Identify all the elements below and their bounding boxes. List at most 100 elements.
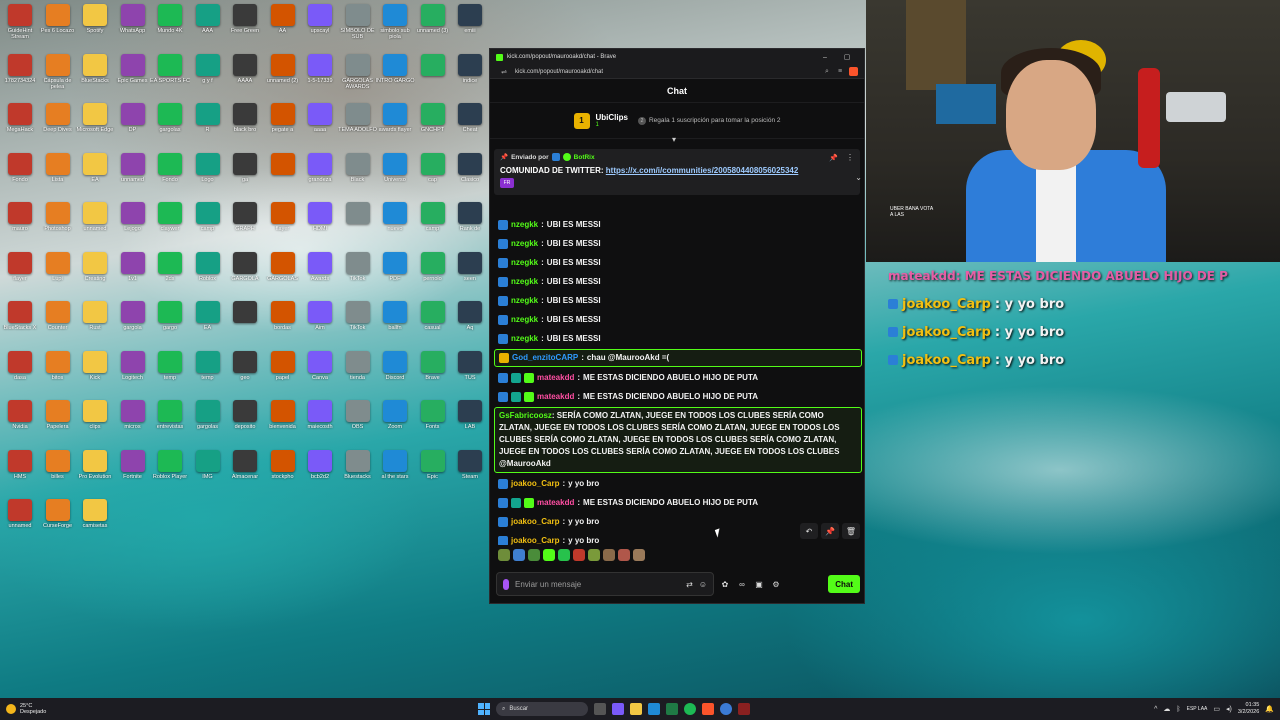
brave-shield-icon[interactable]: [849, 67, 858, 76]
notifications-icon[interactable]: 🔔: [1265, 705, 1274, 713]
brave-icon[interactable]: [702, 703, 714, 715]
address-url[interactable]: kick.com/popout/maurooakd/chat: [515, 69, 819, 75]
desktop-shortcut[interactable]: [265, 152, 301, 201]
desktop-shortcut[interactable]: Fonts: [415, 400, 451, 448]
desktop-shortcut[interactable]: Lista: [40, 152, 76, 201]
desktop-shortcut[interactable]: CurseForge: [40, 499, 76, 547]
desktop-shortcut[interactable]: GNCHPT: [415, 103, 451, 151]
chat-message[interactable]: nzegkk: UBI ES MESSI: [490, 234, 866, 253]
emote-icon[interactable]: [633, 549, 645, 561]
desktop-shortcut[interactable]: ballfn: [377, 301, 413, 349]
chat-message[interactable]: joakoo_Carp: y yo bro: [490, 474, 866, 493]
desktop-shortcut[interactable]: bcb2d2: [302, 449, 338, 498]
desktop-shortcut[interactable]: Rank de: [452, 202, 488, 250]
desktop-shortcut[interactable]: Microsoft Edge: [77, 103, 113, 151]
desktop-shortcut[interactable]: GARGOLAS AWARDS: [340, 53, 376, 102]
desktop-shortcut[interactable]: Zoom: [377, 400, 413, 448]
desktop-shortcut[interactable]: TEMA ADOLFO: [338, 103, 377, 151]
desktop-shortcut[interactable]: unnamed: [77, 202, 113, 250]
desktop-shortcut[interactable]: GARGOLAS: [265, 251, 301, 300]
desktop-shortcut[interactable]: gargolas: [190, 400, 226, 448]
desktop-shortcut[interactable]: INTRO GARGO: [375, 53, 415, 102]
desktop-shortcut[interactable]: Roblox Player: [152, 449, 188, 498]
desktop-shortcut[interactable]: camp: [415, 202, 451, 250]
desktop-shortcut[interactable]: Spotify: [77, 4, 113, 52]
desktop-shortcut[interactable]: BlueStacks: [77, 53, 113, 102]
emote-icon[interactable]: [618, 549, 630, 561]
obs-icon[interactable]: [738, 703, 750, 715]
chat-username[interactable]: mateakdd: [537, 372, 574, 384]
top-gifter[interactable]: UbiClips 1: [596, 113, 628, 128]
chat-username[interactable]: nzegkk: [511, 276, 538, 288]
desktop-shortcut[interactable]: unnamed: [115, 152, 151, 201]
desktop-shortcut[interactable]: Awards: [302, 251, 338, 300]
desktop-shortcut[interactable]: clips: [77, 400, 113, 448]
desktop-shortcut[interactable]: Aq: [452, 301, 488, 349]
desktop-shortcut[interactable]: HMS: [2, 449, 38, 498]
desktop-shortcut[interactable]: grandeza: [302, 152, 338, 201]
emote-icon[interactable]: [543, 549, 555, 561]
desktop-shortcut[interactable]: Epic: [415, 449, 451, 498]
desktop-shortcut[interactable]: Cheat: [452, 103, 488, 151]
desktop-shortcut[interactable]: gargola: [115, 301, 151, 349]
chat-username[interactable]: nzegkk: [511, 238, 538, 250]
desktop-shortcut[interactable]: emiii: [452, 4, 488, 52]
desktop-shortcut[interactable]: Epic Games: [115, 53, 151, 102]
desktop-shortcut[interactable]: Almacenar: [227, 449, 263, 498]
task-view-icon[interactable]: [594, 703, 606, 715]
chevron-up-icon[interactable]: ^: [1154, 706, 1157, 713]
onedrive-icon[interactable]: ☁: [1163, 705, 1170, 713]
desktop-shortcut[interactable]: Deep Dives: [40, 103, 76, 151]
chat-message-highlighted[interactable]: God_enzitoCARP: chau @MaurooAkd =(: [494, 349, 862, 367]
desktop-shortcut[interactable]: Canva: [302, 350, 338, 399]
desktop-shortcut[interactable]: Lejogo: [115, 202, 151, 250]
pin-message-icon[interactable]: 📌: [821, 523, 839, 539]
desktop-shortcut[interactable]: GARGOLA: [227, 251, 263, 300]
microphone-icon[interactable]: [503, 578, 509, 590]
minimize-button[interactable]: –: [814, 54, 836, 61]
desktop-shortcut[interactable]: gargolas: [152, 103, 188, 151]
desktop-shortcut[interactable]: temp: [152, 350, 188, 399]
excel-icon[interactable]: [666, 703, 678, 715]
emote-icon[interactable]: [603, 549, 615, 561]
desktop-shortcut[interactable]: EA SPORTS FC: [150, 53, 190, 102]
collapse-chevron-icon[interactable]: ▾: [672, 135, 676, 144]
desktop-shortcut[interactable]: bienvenida: [265, 400, 301, 448]
pinned-link[interactable]: https://x.com/i/communities/200580440805…: [606, 166, 799, 175]
desktop-shortcut[interactable]: g y f: [190, 53, 226, 102]
desktop-shortcut[interactable]: Free Green: [227, 4, 263, 52]
chat-username[interactable]: joakoo_Carp: [511, 535, 559, 546]
chat-message[interactable]: nzegkk: UBI ES MESSI: [490, 310, 866, 329]
desktop-shortcut[interactable]: dasa: [2, 350, 38, 399]
desktop-shortcut[interactable]: TikTok: [340, 301, 376, 349]
desktop-shortcut[interactable]: Fortnite: [115, 449, 151, 498]
desktop-shortcut[interactable]: Rust: [77, 301, 113, 349]
desktop-shortcut[interactable]: 1782734324: [2, 53, 38, 102]
desktop-shortcut[interactable]: IMG: [190, 449, 226, 498]
taskbar-clock[interactable]: 01:35 3/2/2026: [1238, 702, 1259, 716]
delete-icon[interactable]: 🗑: [842, 523, 860, 539]
desktop-shortcut[interactable]: Discord: [377, 350, 413, 399]
reply-icon[interactable]: ↶: [800, 523, 818, 539]
desktop-shortcut[interactable]: PDF: [377, 251, 413, 300]
windows-start-icon[interactable]: [478, 703, 490, 715]
spotify-icon[interactable]: [684, 703, 696, 715]
desktop-shortcut[interactable]: Black: [340, 152, 376, 201]
desktop-shortcut[interactable]: Steam: [452, 449, 488, 498]
desktop-shortcut[interactable]: maiecosth: [302, 400, 338, 448]
desktop-shortcut[interactable]: Pro Evolution: [77, 449, 113, 498]
desktop-shortcut[interactable]: camisetas: [77, 499, 113, 547]
desktop-shortcut[interactable]: awards flayer: [377, 103, 413, 151]
desktop-shortcut[interactable]: GRAPH: [227, 202, 263, 250]
desktop-shortcut[interactable]: Kick: [77, 350, 113, 399]
desktop-shortcut[interactable]: stockpho: [265, 449, 301, 498]
emote-icon[interactable]: [558, 549, 570, 561]
desktop-shortcut[interactable]: cap: [415, 152, 451, 201]
desktop-shortcut[interactable]: 1v1: [115, 251, 151, 300]
desktop-shortcut[interactable]: unnamed (2): [265, 53, 301, 102]
desktop-shortcut[interactable]: tienda: [340, 350, 376, 399]
desktop-shortcut[interactable]: entrevistas: [152, 400, 188, 448]
file-explorer-icon[interactable]: [630, 703, 642, 715]
desktop-shortcut[interactable]: AA: [265, 4, 301, 52]
desktop-shortcut[interactable]: TUS: [452, 350, 488, 399]
